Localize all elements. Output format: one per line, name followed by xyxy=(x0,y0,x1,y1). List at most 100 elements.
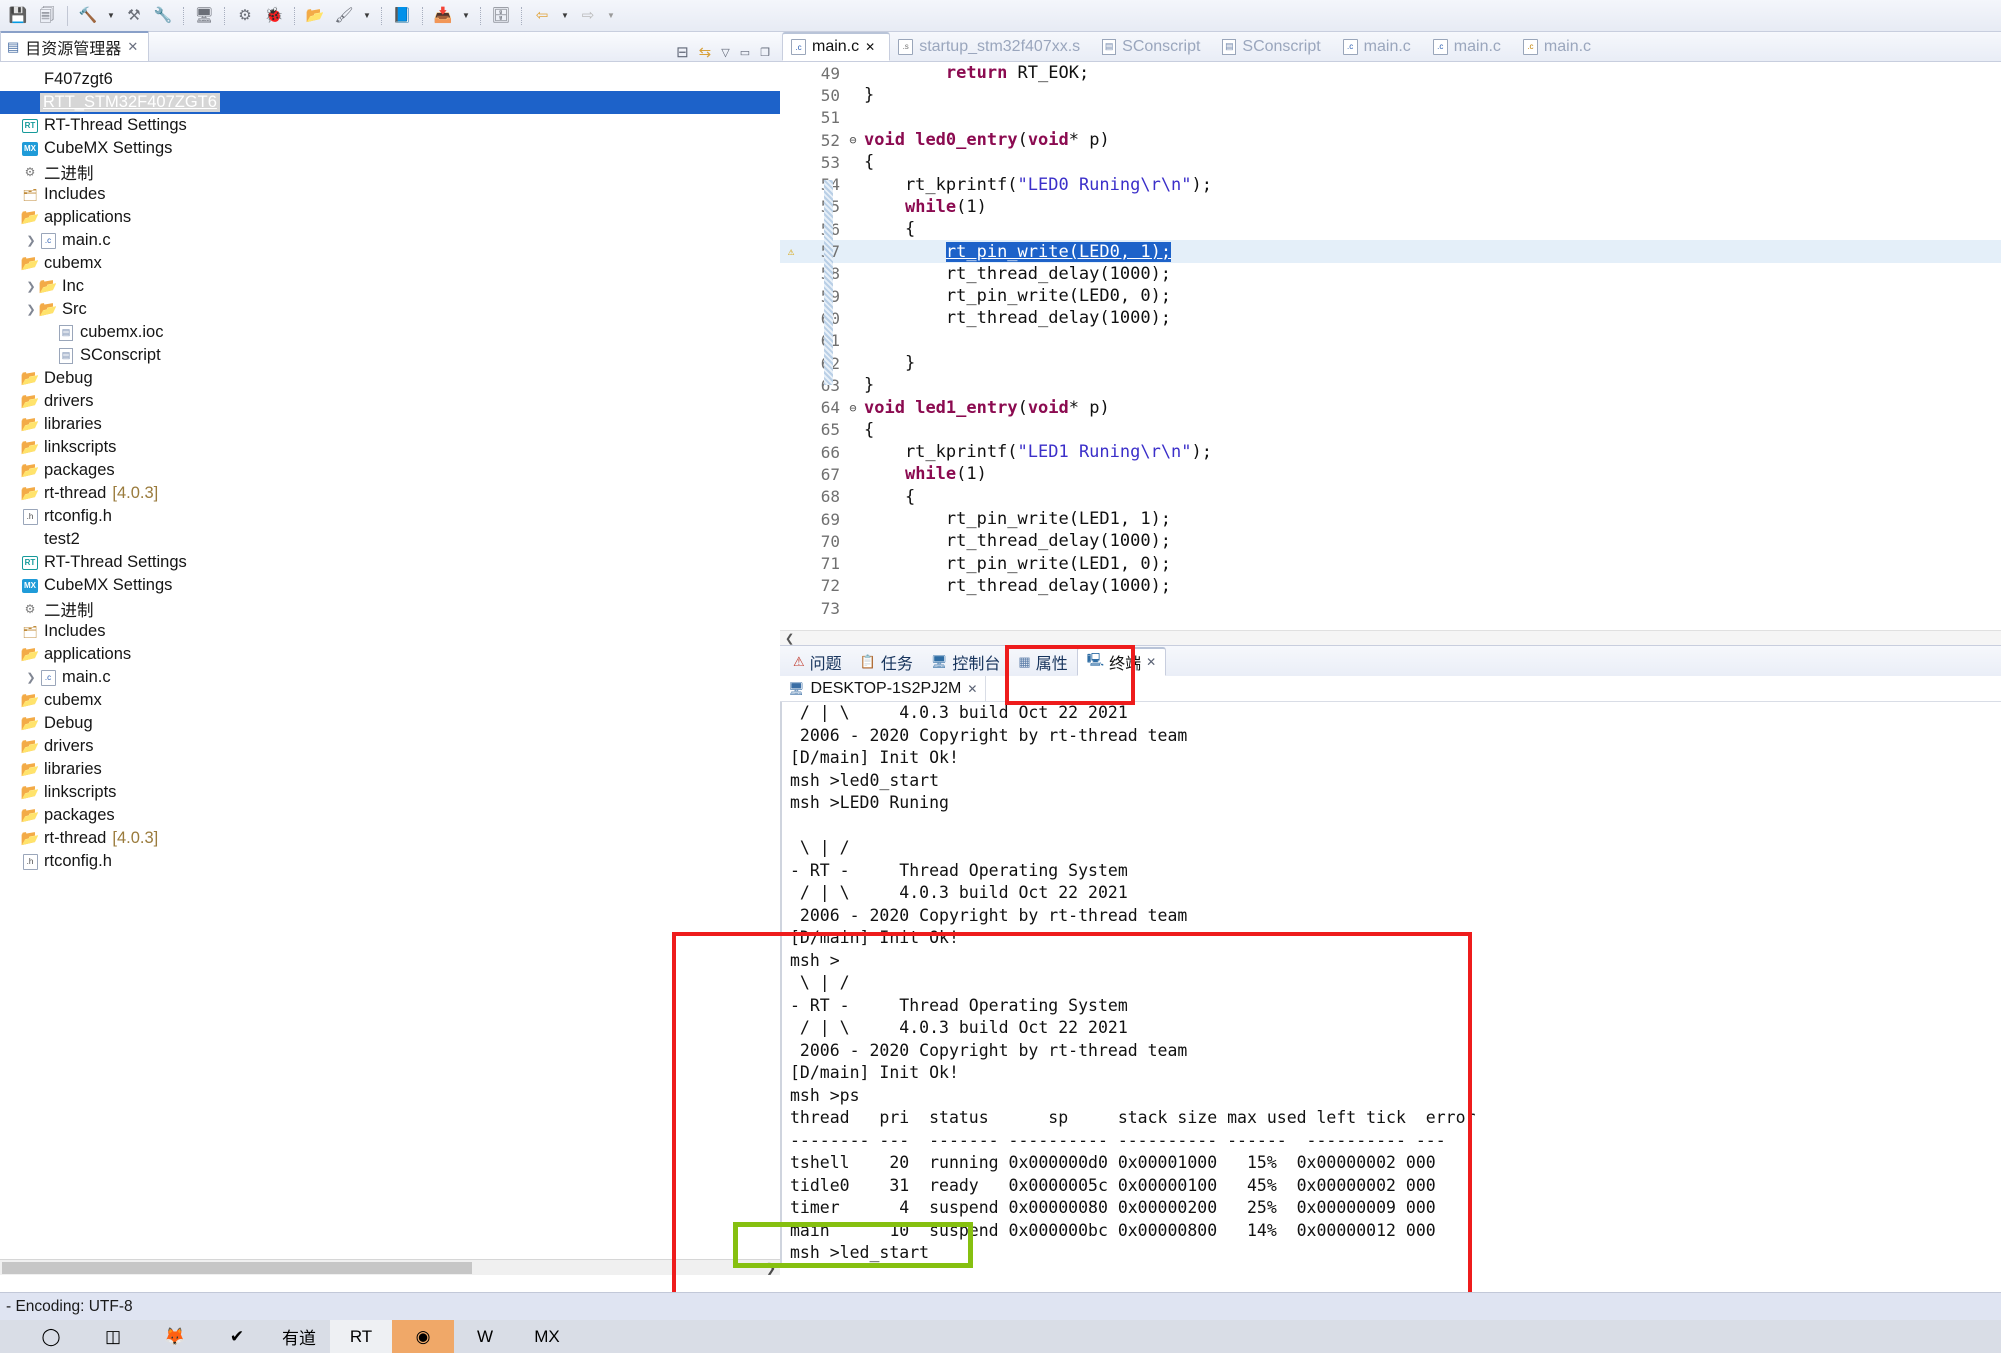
code-line-63[interactable]: 63} xyxy=(780,374,2001,396)
expander-arrow-icon[interactable]: ❯ xyxy=(24,234,38,247)
task-view-icon[interactable]: ◫ xyxy=(82,1320,144,1353)
tree-item-rtconfig.h[interactable]: .h rtconfig.h xyxy=(0,505,780,528)
tree-item-cubemx[interactable]: 📂 cubemx xyxy=(0,689,780,712)
fold-toggle-icon[interactable]: ⊖ xyxy=(846,133,860,147)
editor-horizontal-scrollbar[interactable]: ❮ xyxy=(780,630,2001,645)
code-line-49[interactable]: 49 return RT_EOK; xyxy=(780,62,2001,84)
database-icon[interactable]: 🗄 xyxy=(487,3,515,29)
tree-item-[interactable]: ⚙ 二进制 xyxy=(0,160,780,183)
tree-item-libraries[interactable]: 📂 libraries xyxy=(0,758,780,781)
code-line-60[interactable]: 60 rt_thread_delay(1000); xyxy=(780,307,2001,329)
collapse-all-icon[interactable]: ⊟ xyxy=(676,43,689,61)
terminal-session-tab[interactable]: 🖥 DESKTOP-1S2PJ2M ✕ xyxy=(786,675,987,702)
download-icon[interactable]: 📥 xyxy=(429,3,457,29)
tree-item-inc[interactable]: ❯ 📂 Inc xyxy=(0,275,780,298)
clean-hammer-icon[interactable]: ⚒ xyxy=(120,3,148,29)
tree-item-rttstm32f407zgt6[interactable]: RTT_STM32F407ZGT6 xyxy=(0,91,780,114)
code-line-55[interactable]: 55 while(1) xyxy=(780,196,2001,218)
tree-item-packages[interactable]: 📂 packages xyxy=(0,459,780,482)
editor-tab-mainc-0[interactable]: .c main.c ✕ xyxy=(782,32,891,61)
dingtalk-icon[interactable]: ◉ xyxy=(392,1320,454,1353)
link-editor-icon[interactable]: ⇆ xyxy=(699,43,712,61)
gear-icon[interactable]: ⚙ xyxy=(231,3,259,29)
back-dropdown-arrow-icon[interactable]: ▼ xyxy=(557,3,573,29)
code-line-59[interactable]: 59 rt_pin_write(LED0, 0); xyxy=(780,285,2001,307)
tree-item-applications[interactable]: 📂 applications xyxy=(0,206,780,229)
view-menu-icon[interactable]: ▽ xyxy=(721,46,729,59)
explorer-horizontal-scrollbar[interactable]: ❯ xyxy=(0,1259,780,1275)
tree-item-drivers[interactable]: 📂 drivers xyxy=(0,735,780,758)
tree-item-drivers[interactable]: 📂 drivers xyxy=(0,390,780,413)
tree-item-sconscript[interactable]: ▤ SConscript xyxy=(0,344,780,367)
tree-item-linkscripts[interactable]: 📂 linkscripts xyxy=(0,436,780,459)
code-line-61[interactable]: 61 xyxy=(780,330,2001,352)
expander-arrow-icon[interactable]: ❯ xyxy=(24,303,38,316)
code-area[interactable]: 49 return RT_EOK; 50} 51 52 ⊖ void led0_entry… xyxy=(780,62,2001,622)
debug-bug-icon[interactable]: 🐞 xyxy=(260,3,288,29)
code-line-64[interactable]: 64 ⊖ void led1_entry(void* p) xyxy=(780,396,2001,418)
tree-item-rtthreadsettings[interactable]: RT RT-Thread Settings xyxy=(0,551,780,574)
forward-arrow-icon[interactable]: ⇨ xyxy=(574,3,602,29)
code-line-68[interactable]: 68 { xyxy=(780,486,2001,508)
save-all-icon[interactable]: 🗐 xyxy=(33,3,61,29)
bottom-tab-console[interactable]: 🖥 控制台 xyxy=(922,647,1010,676)
close-icon[interactable]: ✕ xyxy=(127,39,138,55)
build-hammer-icon[interactable]: 🔨 xyxy=(74,3,102,29)
scroll-left-arrow-icon[interactable]: ❮ xyxy=(785,631,794,646)
youdao-dict-icon[interactable]: 有道 xyxy=(268,1320,330,1353)
editor-tab-mainc-6[interactable]: .c main.c xyxy=(1515,32,1605,61)
code-line-62[interactable]: 62 } xyxy=(780,352,2001,374)
tree-item-cubemxsettings[interactable]: MX CubeMX Settings xyxy=(0,137,780,160)
editor-tab-startupstm32f407xxs-1[interactable]: .s startup_stm32f407xx.s xyxy=(890,32,1094,61)
editor-tab-sconscript-2[interactable]: ▤ SConscript xyxy=(1094,32,1214,61)
minimize-icon[interactable]: ▭ xyxy=(740,46,750,59)
close-icon[interactable]: ✕ xyxy=(1146,655,1156,669)
bottom-tab-tasks[interactable]: 📋 任务 xyxy=(851,647,922,676)
code-line-54[interactable]: 54 rt_kprintf("LED0 Runing\r\n"); xyxy=(780,173,2001,195)
tree-item-includes[interactable]: 🗂 Includes xyxy=(0,620,780,643)
save-icon[interactable]: 💾 xyxy=(4,3,32,29)
code-line-66[interactable]: 66 rt_kprintf("LED1 Runing\r\n"); xyxy=(780,441,2001,463)
forward-dropdown-arrow-icon[interactable]: ▼ xyxy=(603,3,619,29)
tree-item-test2[interactable]: test2 xyxy=(0,528,780,551)
tree-item-debug[interactable]: 📂 Debug xyxy=(0,712,780,735)
scroll-right-arrow-icon[interactable]: ❯ xyxy=(766,1260,776,1276)
tree-item-linkscripts[interactable]: 📂 linkscripts xyxy=(0,781,780,804)
wrench-icon[interactable]: 🔧 xyxy=(149,3,177,29)
tree-item-cubemxsettings[interactable]: MX CubeMX Settings xyxy=(0,574,780,597)
code-line-58[interactable]: 58 rt_thread_delay(1000); xyxy=(780,263,2001,285)
code-line-67[interactable]: 67 while(1) xyxy=(780,463,2001,485)
tree-item-main.c[interactable]: ❯ .c main.c xyxy=(0,229,780,252)
search-icon[interactable]: ◯ xyxy=(20,1320,82,1353)
bottom-tab-problems[interactable]: ⚠ 问题 xyxy=(784,647,851,676)
code-line-73[interactable]: 73 xyxy=(780,597,2001,619)
code-line-51[interactable]: 51 xyxy=(780,107,2001,129)
code-line-53[interactable]: 53 { xyxy=(780,151,2001,173)
code-line-56[interactable]: 56 { xyxy=(780,218,2001,240)
code-line-65[interactable]: 65 { xyxy=(780,419,2001,441)
tree-item-includes[interactable]: 🗂 Includes xyxy=(0,183,780,206)
wps-icon[interactable]: W xyxy=(454,1320,516,1353)
cubemx-icon[interactable]: MX xyxy=(516,1320,578,1353)
tree-item-cubemx[interactable]: 📂 cubemx xyxy=(0,252,780,275)
close-icon[interactable]: ✕ xyxy=(865,40,875,54)
bottom-tab-properties[interactable]: ▦ 属性 xyxy=(1009,647,1076,676)
vscode-icon[interactable]: ✔ xyxy=(206,1320,268,1353)
line-marker-icon[interactable]: ⚠ xyxy=(780,245,802,258)
maximize-icon[interactable]: ❐ xyxy=(760,46,770,59)
code-line-52[interactable]: 52 ⊖ void led0_entry(void* p) xyxy=(780,129,2001,151)
code-line-69[interactable]: 69 rt_pin_write(LED1, 1); xyxy=(780,508,2001,530)
fold-toggle-icon[interactable]: ⊖ xyxy=(846,401,860,415)
tree-item-packages[interactable]: 📂 packages xyxy=(0,804,780,827)
build-dropdown-arrow-icon[interactable]: ▼ xyxy=(103,3,119,29)
terminal-icon[interactable]: 🖥 xyxy=(190,3,218,29)
tree-item-rtthread[interactable]: 📂 rt-thread [4.0.3] xyxy=(0,827,780,850)
tree-item-f407zgt6[interactable]: F407zgt6 xyxy=(0,68,780,91)
terminal-output[interactable]: / | \ 4.0.3 build Oct 22 2021 2006 - 202… xyxy=(780,702,2001,1268)
book-icon[interactable]: 📘 xyxy=(388,3,416,29)
download-dropdown-arrow-icon[interactable]: ▼ xyxy=(458,3,474,29)
expander-arrow-icon[interactable]: ❯ xyxy=(24,280,38,293)
open-folder-icon[interactable]: 📂 xyxy=(301,3,329,29)
paintbrush-icon[interactable]: 🖌 xyxy=(330,3,358,29)
close-icon[interactable]: ✕ xyxy=(967,682,977,696)
